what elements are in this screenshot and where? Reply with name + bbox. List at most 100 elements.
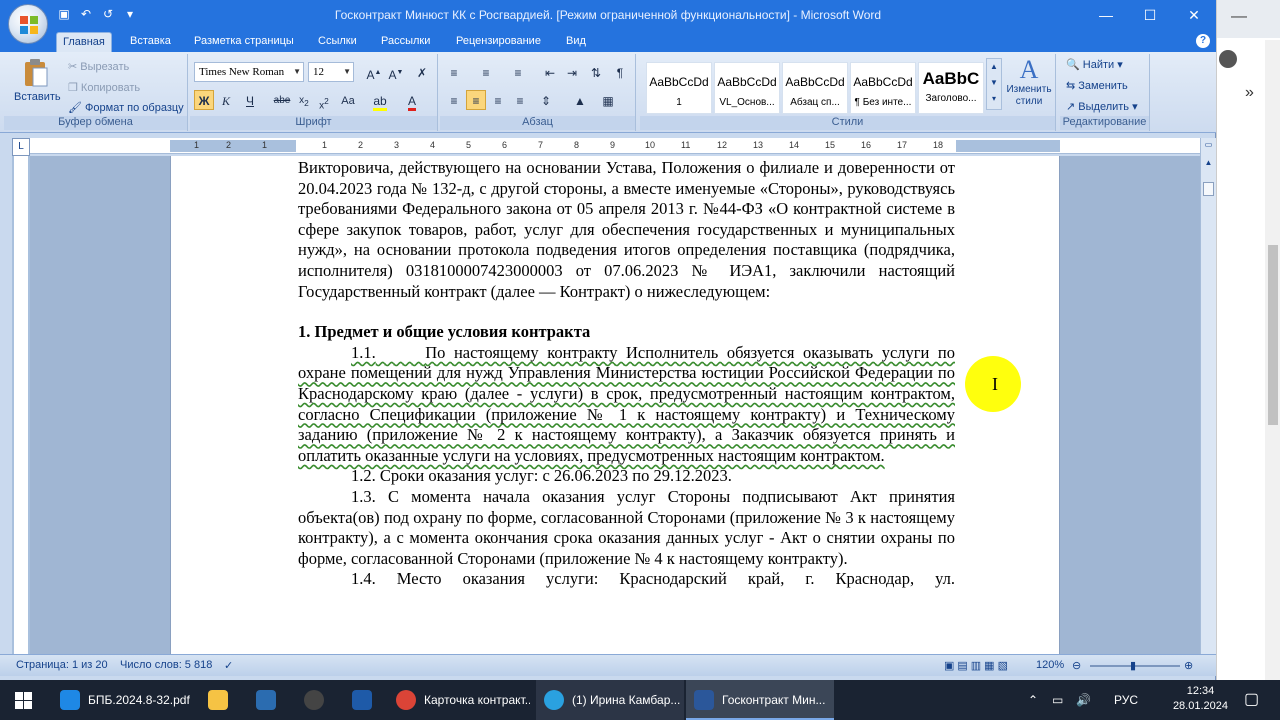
close-button[interactable]: ✕ — [1172, 0, 1216, 30]
section-heading[interactable]: 1. Предмет и общие условия контракта — [298, 322, 955, 343]
zoom-in-icon[interactable]: ⊕ — [1184, 659, 1193, 672]
paragraph-1-3[interactable]: 1.3. С момента начала оказания услуг Сто… — [298, 487, 955, 569]
vertical-scrollbar[interactable]: ▭ ▲ — [1200, 138, 1216, 654]
help-icon[interactable]: ? — [1196, 34, 1210, 48]
taskbar-item-mail[interactable] — [344, 680, 388, 720]
network-icon[interactable]: ▭ — [1052, 680, 1063, 720]
taskbar-item-app[interactable] — [296, 680, 340, 720]
taskbar-item-explorer[interactable] — [200, 680, 244, 720]
paragraph-1-2[interactable]: 1.2. Сроки оказания услуг: с 26.06.2023 … — [298, 466, 955, 487]
subscript-button[interactable]: x2 — [294, 90, 314, 110]
zoom-out-icon[interactable]: ⊖ — [1072, 659, 1081, 672]
font-name-combo[interactable]: Times New Roman ▼ — [194, 62, 304, 82]
tab-insert[interactable]: Вставка — [124, 32, 177, 52]
taskbar-item-chrome[interactable]: Карточка контракт... — [388, 680, 530, 720]
line-spacing-icon[interactable]: ⇕ — [536, 90, 556, 110]
page-count[interactable]: Страница: 1 из 20 — [16, 659, 108, 671]
system-clock[interactable]: 12:34 28.01.2024 — [1173, 684, 1228, 714]
style-item[interactable]: AaBbCcDd 1 — [646, 62, 712, 114]
taskbar-item-word[interactable]: Госконтракт Мин... — [686, 680, 834, 720]
taskbar-item-pdf[interactable]: БПБ.2024.8-32.pdf ... — [52, 680, 194, 720]
select-button[interactable]: ↗ Выделить ▾ — [1066, 100, 1138, 113]
word-count[interactable]: Число слов: 5 818 — [120, 659, 212, 671]
tab-mailings[interactable]: Рассылки — [375, 32, 436, 52]
minimize-icon[interactable]: — — [1231, 8, 1247, 26]
split-icon[interactable]: ▭ — [1203, 140, 1214, 152]
align-center-icon[interactable]: ≡ — [466, 90, 486, 110]
scroll-thumb[interactable] — [1203, 182, 1214, 196]
save-icon[interactable]: ▣ — [56, 6, 72, 22]
paragraph-1-4[interactable]: 1.4. Место оказания услуги: Краснодарски… — [298, 569, 955, 590]
align-left-icon[interactable]: ≡ — [444, 90, 464, 110]
document-page[interactable]: Викторовича, действующего на основании У… — [170, 156, 1060, 654]
zoom-slider-thumb[interactable]: ▮ — [1130, 659, 1136, 672]
scroll-up-icon[interactable]: ▲ — [1203, 158, 1214, 170]
highlight-icon[interactable]: ab — [370, 90, 390, 111]
taskbar-item-store[interactable] — [248, 680, 292, 720]
style-item[interactable]: AaBbC Заголово... — [918, 62, 984, 114]
start-button[interactable] — [0, 680, 48, 720]
document-area[interactable]: Викторовича, действующего на основании У… — [30, 156, 1200, 654]
replace-button[interactable]: ⇆ Заменить — [1066, 79, 1128, 92]
show-marks-icon[interactable]: ¶ — [610, 62, 630, 82]
taskbar-item-telegram[interactable]: (1) Ирина Камбар... — [536, 680, 684, 720]
tab-page-layout[interactable]: Разметка страницы — [188, 32, 300, 52]
customize-qat-icon[interactable]: ▾ — [122, 6, 138, 22]
justify-icon[interactable]: ≡ — [510, 90, 530, 110]
volume-icon[interactable]: 🔊 — [1076, 680, 1091, 720]
paragraph-intro[interactable]: Викторовича, действующего на основании У… — [298, 158, 955, 302]
zoom-level[interactable]: 120% — [1036, 659, 1064, 671]
tab-view[interactable]: Вид — [560, 32, 592, 52]
notifications-icon[interactable]: ▢ — [1244, 680, 1259, 720]
maximize-button[interactable]: ☐ — [1128, 0, 1172, 30]
style-item[interactable]: AaBbCcDd ¶ Без инте... — [850, 62, 916, 114]
find-button[interactable]: 🔍 Найти ▾ — [1066, 58, 1123, 71]
paragraph-1-1[interactable]: 1.1. По настоящему контракту Исполнитель… — [298, 343, 955, 467]
language-indicator[interactable]: РУС — [1114, 680, 1138, 720]
font-color-icon[interactable]: A — [402, 90, 422, 111]
tab-selector-icon[interactable]: L — [12, 138, 30, 156]
increase-indent-icon[interactable]: ⇥ — [562, 62, 582, 82]
chevron-up-icon[interactable]: ⌃ — [1028, 680, 1038, 720]
vertical-ruler[interactable] — [12, 156, 30, 654]
document-text[interactable]: Викторовича, действующего на основании У… — [298, 158, 955, 590]
office-button[interactable] — [8, 4, 48, 44]
change-case-button[interactable]: Aa — [338, 90, 358, 110]
borders-icon[interactable]: ▦ — [598, 90, 618, 110]
tab-home[interactable]: Главная — [56, 32, 112, 52]
multilevel-list-icon[interactable]: ≡ — [508, 62, 528, 82]
view-buttons-icon[interactable]: ▣▤▥▦▧ — [944, 659, 1011, 672]
paste-button[interactable]: Вставить — [14, 58, 61, 103]
style-item[interactable]: AaBbCcDd VL_Основ... — [714, 62, 780, 114]
minimize-button[interactable]: — — [1084, 0, 1128, 30]
underline-button[interactable]: Ч — [240, 90, 260, 110]
horizontal-ruler[interactable]: 1 2 1 1 2 3 4 5 6 7 8 9 10 11 12 13 14 1… — [30, 138, 1200, 154]
undo-icon[interactable]: ↶ — [78, 6, 94, 22]
styles-scroll-icon[interactable]: ▲ ▼ ▾ — [986, 58, 1002, 110]
format-painter-button[interactable]: 🖌 Формат по образцу — [68, 101, 184, 114]
tab-review[interactable]: Рецензирование — [450, 32, 547, 52]
bold-button[interactable]: Ж — [194, 90, 214, 110]
shading-icon[interactable]: ▲ — [570, 90, 590, 110]
clear-formatting-icon[interactable]: ✗ — [412, 62, 432, 82]
avatar[interactable] — [1219, 50, 1237, 68]
browser-scroll-thumb[interactable] — [1268, 245, 1278, 425]
decrease-indent-icon[interactable]: ⇤ — [540, 62, 560, 82]
chevron-right-icon[interactable]: » — [1245, 84, 1254, 102]
style-item[interactable]: AaBbCcDd Абзац сп... — [782, 62, 848, 114]
align-right-icon[interactable]: ≡ — [488, 90, 508, 110]
numbering-icon[interactable]: ≡ — [476, 62, 496, 82]
strikethrough-button[interactable]: abe — [272, 90, 292, 110]
sort-icon[interactable]: ⇅ — [586, 62, 606, 82]
browser-scrollbar[interactable] — [1265, 40, 1280, 680]
tab-references[interactable]: Ссылки — [312, 32, 363, 52]
change-styles-button[interactable]: A Изменить стили — [1004, 56, 1054, 108]
font-size-combo[interactable]: 12 ▼ — [308, 62, 354, 82]
italic-button[interactable]: К — [216, 90, 236, 110]
superscript-button[interactable]: x2 — [314, 90, 334, 111]
redo-icon[interactable]: ↺ — [100, 6, 116, 22]
spelling-icon[interactable]: ✓ — [224, 659, 233, 672]
shrink-font-button[interactable]: A▼ — [386, 62, 406, 82]
grow-font-button[interactable]: A▲ — [364, 62, 384, 82]
copy-button[interactable]: ❐ Копировать — [68, 81, 140, 94]
